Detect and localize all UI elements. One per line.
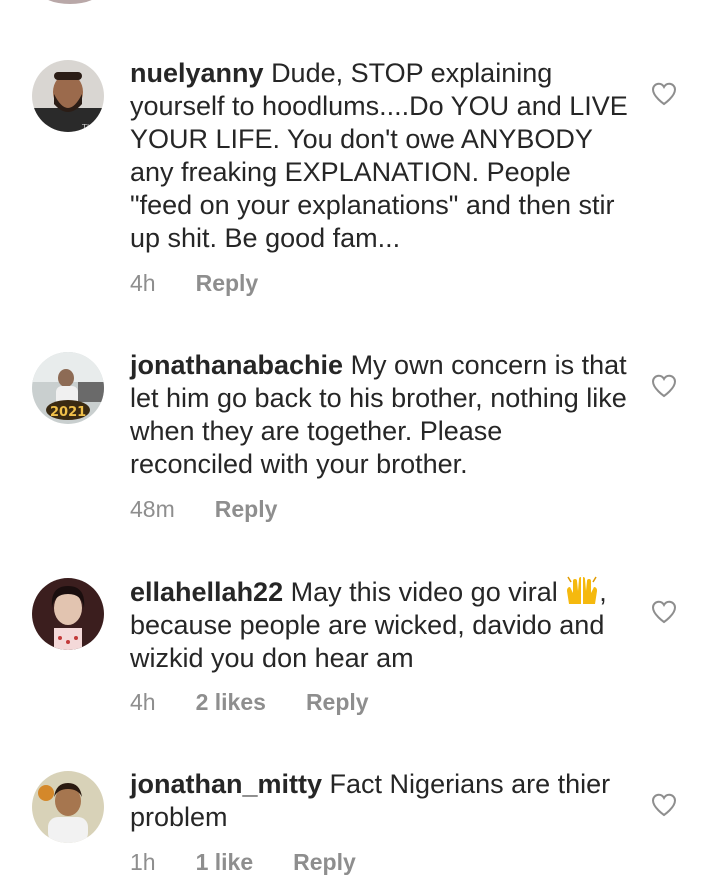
comment-body: jonathan_mitty Fact Nigerians are thier … [130,768,630,834]
likes-count[interactable]: 1 like [196,849,254,876]
comment-meta: 4h Reply [130,270,258,297]
comment-time: 1h [130,849,156,875]
previous-comment-avatar [40,0,100,4]
comment-time: 4h [130,689,156,715]
comment-time: 48m [130,496,175,522]
comment-username[interactable]: nuelyanny [130,58,264,88]
comment-username[interactable]: ellahellah22 [130,577,283,607]
svg-text:2021: 2021 [50,405,86,420]
avatar[interactable]: TJ [32,60,104,132]
comment-meta: 1h 1 like Reply [130,849,356,876]
comment-meta: 4h 2 likes Reply [130,689,369,716]
avatar[interactable] [32,771,104,843]
avatar[interactable]: 2021 [32,352,104,424]
comment-body: jonathanabachie My own concern is that l… [130,349,630,481]
avatar[interactable] [32,578,104,650]
comment-body: nuelyanny Dude, STOP explaining yourself… [130,57,630,255]
reply-button[interactable]: Reply [293,849,356,876]
raising-hands-icon [567,575,598,604]
comment-body: ellahellah22 May this video go viral , b… [130,575,630,675]
comment-username[interactable]: jonathan_mitty [130,769,322,799]
profile-photo-man-beard-icon: TJ [32,60,104,132]
likes-count[interactable]: 2 likes [196,689,266,716]
like-heart-icon[interactable] [651,374,677,398]
profile-photo-woman-icon [32,578,104,650]
comment-time: 4h [130,270,156,296]
profile-photo-2021-badge-icon: 2021 [32,352,104,424]
comment-text: May this video go viral [290,577,566,607]
comment-meta: 48m Reply [130,496,277,523]
like-heart-icon[interactable] [651,793,677,817]
reply-button[interactable]: Reply [215,496,278,523]
reply-button[interactable]: Reply [196,270,259,297]
profile-photo-man-icon [32,771,104,843]
svg-text:TJ: TJ [81,123,89,132]
comment-username[interactable]: jonathanabachie [130,350,343,380]
reply-button[interactable]: Reply [306,689,369,716]
like-heart-icon[interactable] [651,600,677,624]
like-heart-icon[interactable] [651,82,677,106]
